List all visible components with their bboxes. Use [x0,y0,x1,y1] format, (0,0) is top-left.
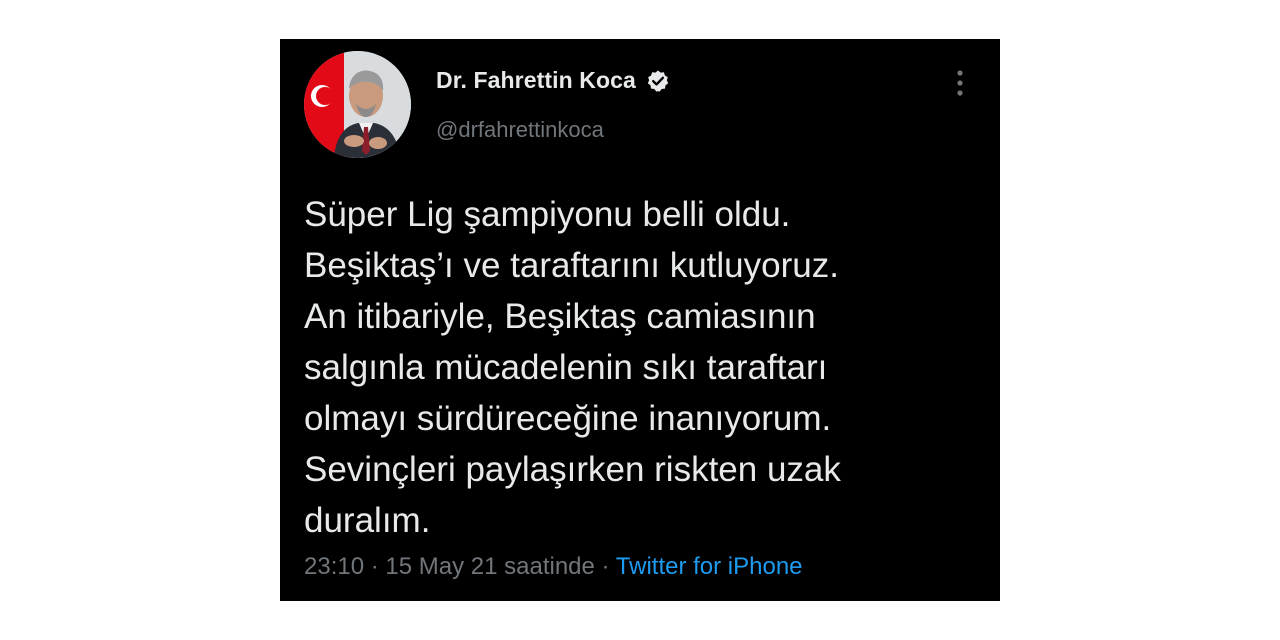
tweet-meta: 23:10 · 15 May 21 saatinde · Twitter for… [304,553,803,581]
tweet-time[interactable]: 23:10 [304,553,364,580]
verified-badge-icon [646,69,670,93]
tweet-text-line: salgınla mücadelenin sıkı taraftarı [304,348,828,387]
tweet-text-line: Süper Lig şampiyonu belli oldu. [304,195,791,234]
tweet-text-line: Sevinçleri paylaşırken riskten uzak [304,450,841,489]
author-display-name[interactable]: Dr. Fahrettin Koca [436,67,636,94]
tweet-card: Dr. Fahrettin Koca @drfahrettinkoca Süpe… [280,39,1000,601]
tweet-text-line: duralım. [304,501,431,540]
tweet-text: Süper Lig şampiyonu belli oldu. Beşiktaş… [304,189,964,546]
tweet-text-line: An itibariyle, Beşiktaş camiasının [304,297,816,336]
meta-separator: · [594,553,616,580]
more-vertical-icon[interactable] [944,67,976,99]
avatar[interactable] [304,51,411,158]
tweet-text-line: olmayı sürdüreceğine inanıyorum. [304,399,832,438]
tweet-text-line: Beşiktaş’ı ve taraftarını kutluyoruz. [304,246,839,285]
meta-separator: · [364,553,386,580]
tweet-date[interactable]: 15 May 21 saatinde [385,553,594,580]
author-name-row: Dr. Fahrettin Koca [436,67,670,94]
avatar-image [304,51,411,158]
tweet-source-link[interactable]: Twitter for iPhone [616,553,803,580]
author-handle[interactable]: @drfahrettinkoca [436,117,604,143]
